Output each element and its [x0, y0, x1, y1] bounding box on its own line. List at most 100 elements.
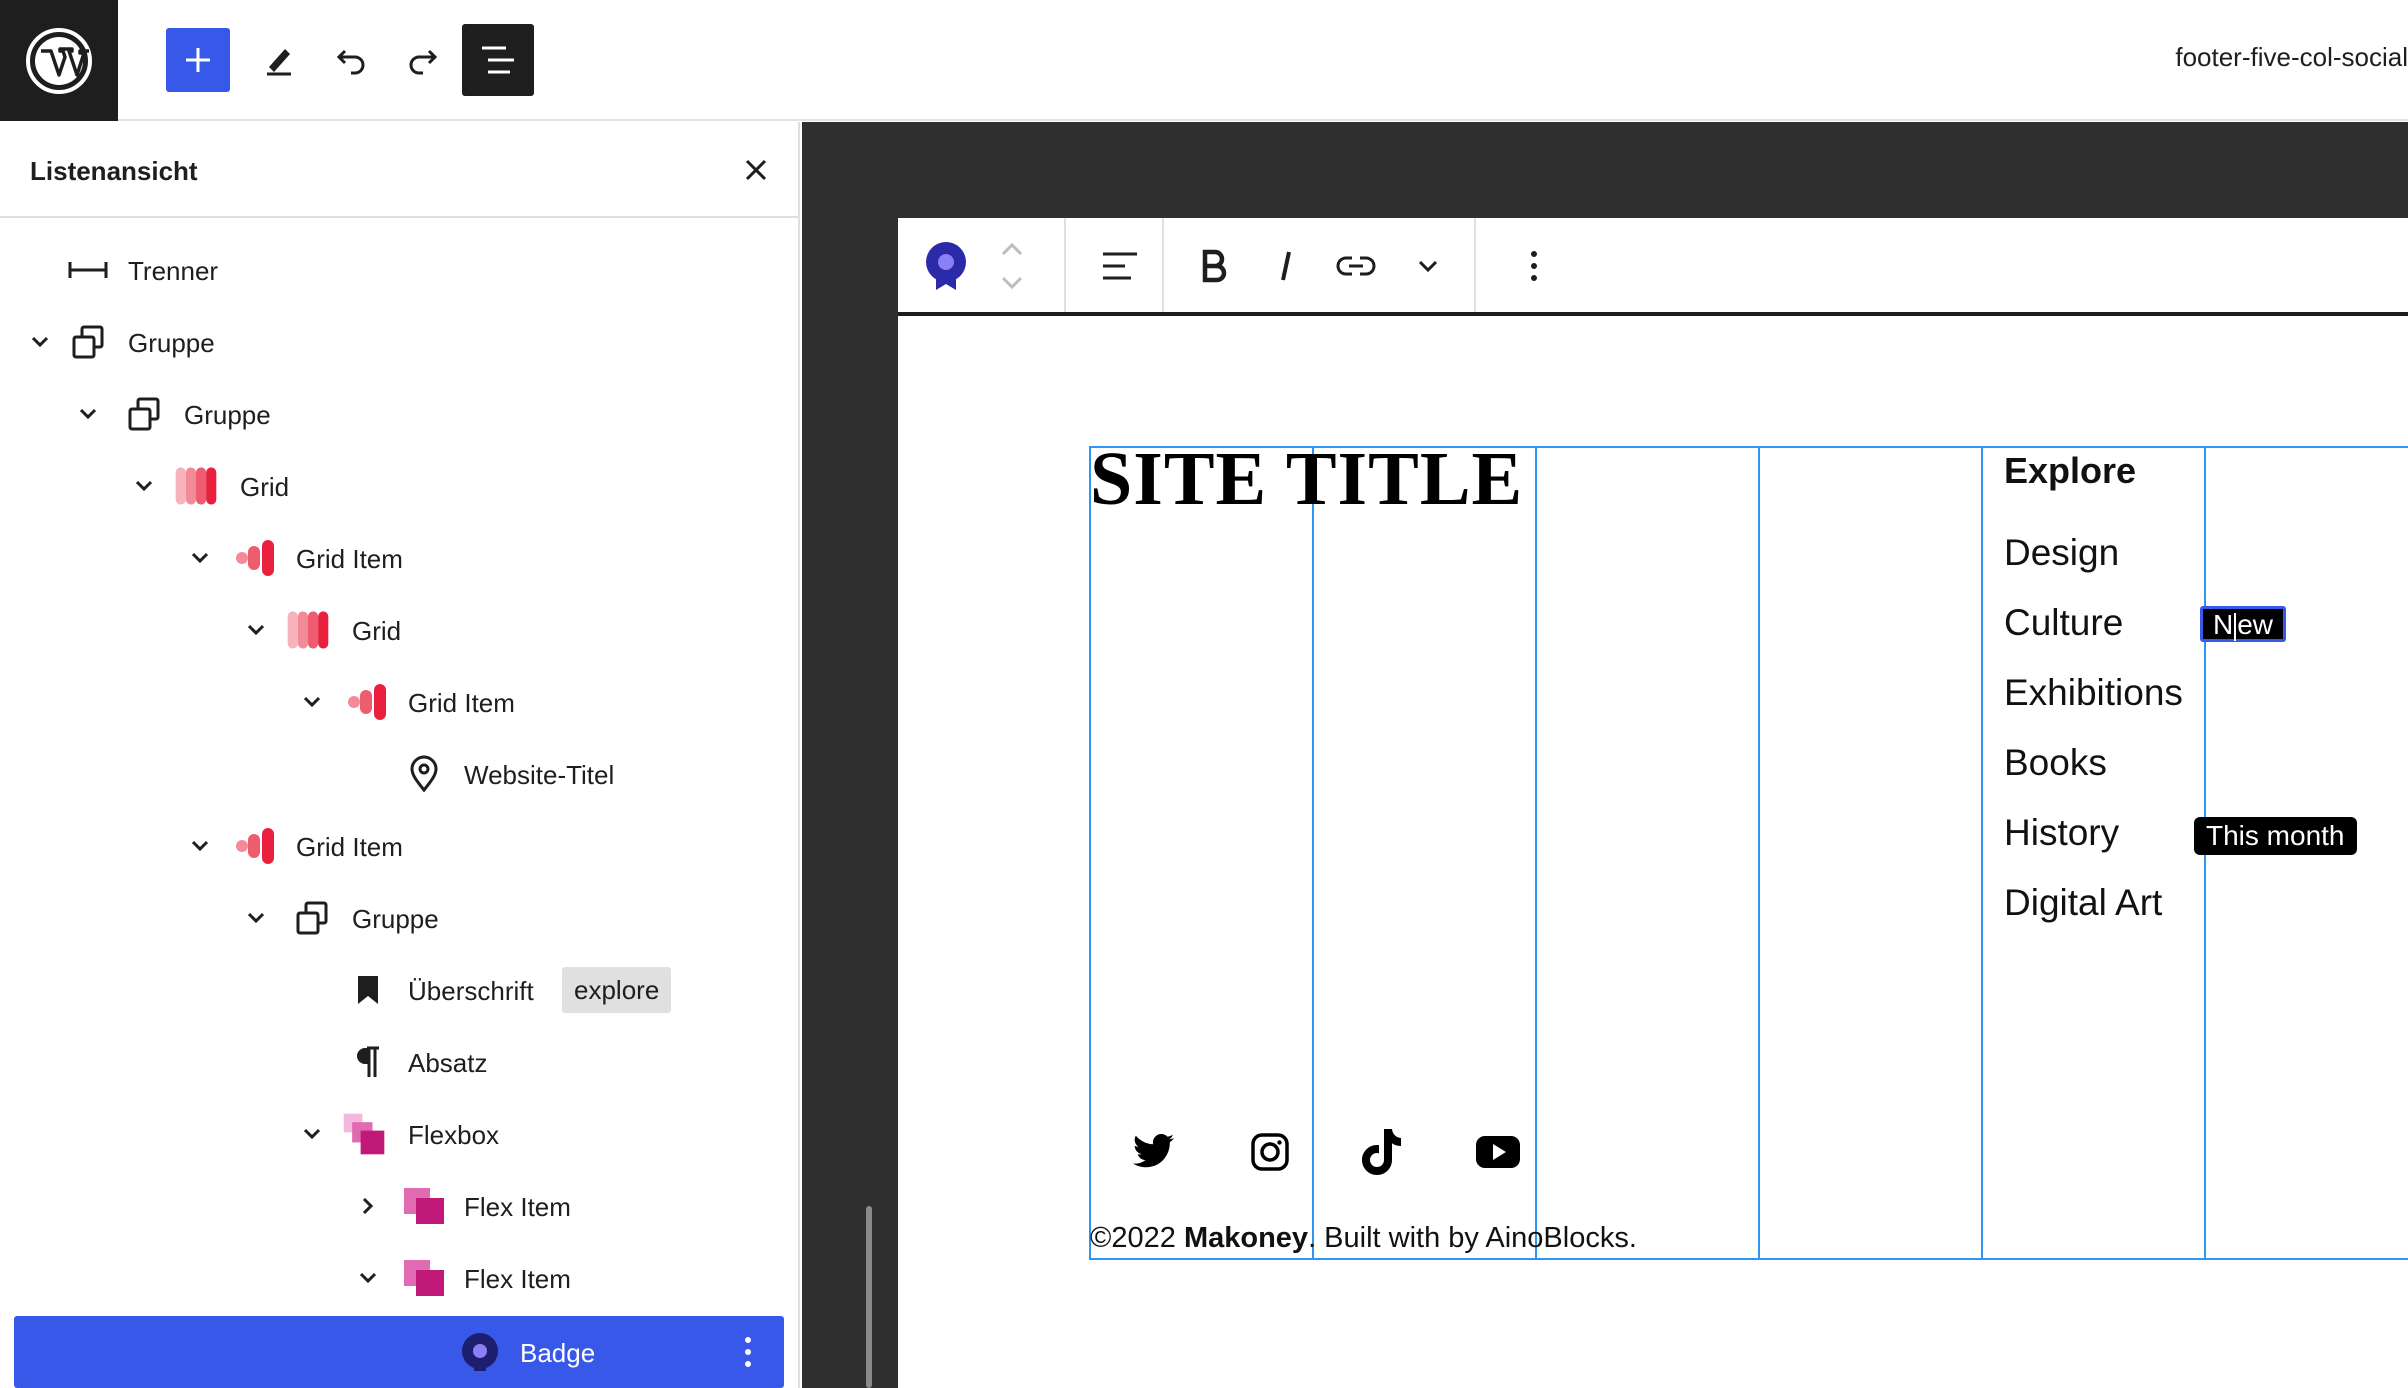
site-title[interactable]: SITE TITLE [1090, 436, 1523, 523]
list-view-title: Listenansicht [30, 156, 198, 186]
chevron-down-icon[interactable] [186, 832, 214, 860]
list-item-trenner[interactable]: Trenner [0, 234, 800, 306]
grid-column-divider [1758, 446, 1760, 1260]
nav-link-exhibitions[interactable]: Exhibitions [2004, 672, 2183, 714]
group-icon [122, 394, 166, 434]
list-item-label: Absatz [408, 1048, 488, 1078]
chevron-down-icon[interactable] [26, 328, 54, 356]
bold-icon[interactable] [1188, 240, 1240, 292]
chevron-down-icon[interactable] [130, 472, 158, 500]
pencil-icon [267, 49, 291, 76]
tiktok-icon[interactable] [1358, 1126, 1406, 1178]
anchor-tag: explore [562, 967, 672, 1013]
list-item-absatz[interactable]: Absatz [0, 1026, 800, 1098]
italic-icon[interactable] [1260, 240, 1312, 292]
grid-column-divider [1981, 446, 1983, 1260]
chevron-down-icon[interactable] [242, 904, 270, 932]
badge-new[interactable]: New [2200, 606, 2287, 642]
list-item-label: Flexbox [408, 1120, 500, 1150]
align-left-icon[interactable] [1094, 240, 1146, 292]
list-item-gruppe[interactable]: Gruppe [0, 306, 800, 378]
move-block-controls[interactable] [994, 234, 1030, 298]
badge-this-month[interactable]: This month [2194, 817, 2357, 855]
list-item-label: Gruppe [184, 400, 271, 430]
list-item-flexbox[interactable]: Flexbox [0, 1098, 800, 1170]
chevron-down-icon [1418, 260, 1438, 273]
toolbar-divider [1474, 218, 1476, 312]
list-item-grid-item[interactable]: Grid Item [0, 522, 800, 594]
footer-copyright: ©2022 [1090, 1222, 1176, 1254]
list-view-toggle-button[interactable] [462, 24, 534, 96]
twitter-icon[interactable] [1130, 1128, 1178, 1176]
chevron-down-icon[interactable] [74, 400, 102, 428]
chevron-down-icon[interactable] [298, 1120, 326, 1148]
more-vertical-icon[interactable] [1508, 240, 1560, 292]
block-toolbar [898, 218, 2408, 316]
chevron-down-icon[interactable] [242, 616, 270, 644]
list-item-label: Gruppe [352, 904, 439, 934]
list-item-flex-item[interactable]: Flex Item [0, 1242, 800, 1314]
redo-icon [409, 49, 438, 75]
plus-icon [186, 48, 210, 72]
list-item-grid[interactable]: Grid [0, 594, 800, 666]
nav-link-history[interactable]: History [2004, 812, 2119, 854]
footer-brand-link[interactable]: Makoney [1184, 1222, 1308, 1254]
flexbox-icon [342, 1108, 386, 1160]
undo-icon [336, 49, 365, 75]
more-vertical-icon[interactable] [736, 1334, 760, 1370]
list-item-flex-item[interactable]: Flex Item [0, 1170, 800, 1242]
chevron-right-icon[interactable] [354, 1192, 382, 1220]
list-item-label: Flex Item [464, 1264, 571, 1294]
grid-item-icon [346, 682, 390, 722]
undo-button[interactable] [318, 26, 384, 92]
bookmark-icon [346, 970, 390, 1010]
app-window: footer-five-col-social Listenansicht Tre… [0, 0, 2408, 1388]
list-item-label: Grid [352, 616, 402, 646]
chevron-down-icon[interactable] [298, 688, 326, 716]
link-icon[interactable] [1330, 240, 1382, 292]
chevron-up-icon [1001, 242, 1023, 256]
canvas-scrollbar[interactable] [866, 1206, 872, 1388]
chevron-down-icon[interactable] [354, 1264, 382, 1292]
redo-button[interactable] [390, 26, 456, 92]
nav-link-design[interactable]: Design [2004, 532, 2119, 574]
list-item-label: Überschrift [408, 976, 534, 1006]
list-item-grid[interactable]: Grid [0, 450, 800, 522]
wordpress-logo-icon[interactable] [0, 0, 118, 121]
flex-item-icon [402, 1186, 446, 1226]
close-list-view-button[interactable] [736, 150, 776, 190]
list-item-ueberschrift[interactable]: Überschrift explore [0, 954, 800, 1026]
group-icon [66, 322, 110, 362]
list-item-label: Trenner [128, 256, 219, 286]
nav-link-digital-art[interactable]: Digital Art [2004, 882, 2162, 924]
nav-link-culture[interactable]: Culture [2004, 602, 2123, 644]
grid-item-icon [234, 826, 278, 866]
badge-icon[interactable] [920, 240, 972, 292]
group-icon [290, 898, 334, 938]
list-item-label: Website-Titel [464, 760, 615, 790]
grid-column-divider [1535, 446, 1537, 1260]
list-item-badge[interactable]: Badge [14, 1316, 784, 1388]
list-item-website-titel[interactable]: Website-Titel [0, 738, 800, 810]
add-block-button[interactable] [166, 28, 230, 92]
instagram-icon[interactable] [1246, 1128, 1294, 1176]
close-icon [745, 159, 767, 181]
text-caret [2234, 612, 2237, 641]
nav-link-books[interactable]: Books [2004, 742, 2107, 784]
separator-icon [66, 250, 110, 290]
chevron-down-icon[interactable] [186, 544, 214, 572]
explore-heading[interactable]: Explore [2004, 450, 2136, 492]
editor-header: footer-five-col-social [0, 0, 2408, 121]
list-item-gruppe[interactable]: Gruppe [0, 378, 800, 450]
tools-button[interactable] [246, 26, 312, 92]
list-view-icon [482, 46, 514, 74]
youtube-icon[interactable] [1474, 1128, 1522, 1176]
list-item-label: Gruppe [128, 328, 215, 358]
document-title[interactable]: footer-five-col-social [2175, 42, 2408, 73]
grid-icon [286, 610, 330, 650]
list-item-gruppe[interactable]: Gruppe [0, 882, 800, 954]
list-item-grid-item[interactable]: Grid Item [0, 810, 800, 882]
list-view-header: Listenansicht [0, 122, 800, 218]
list-item-grid-item[interactable]: Grid Item [0, 666, 800, 738]
more-formats-button[interactable] [1402, 240, 1454, 292]
